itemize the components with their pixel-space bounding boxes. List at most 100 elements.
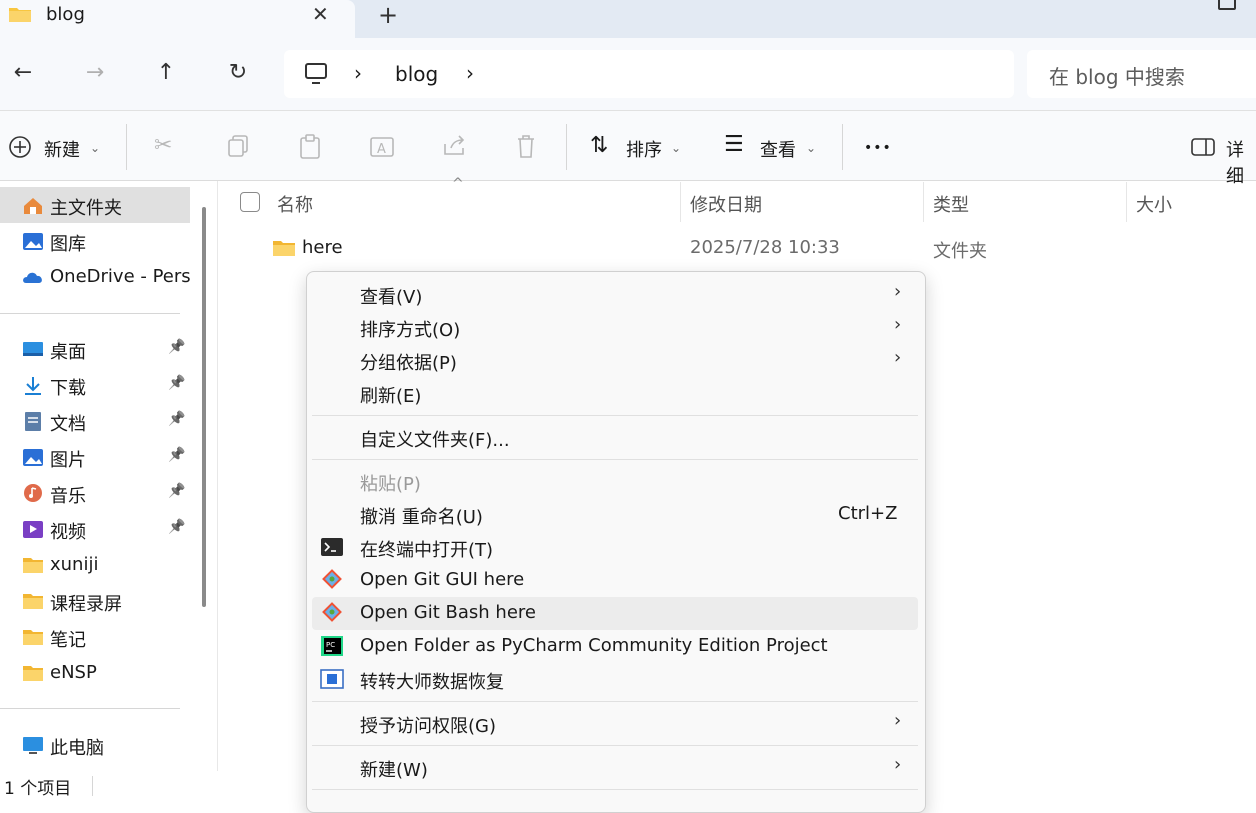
chevron-down-icon: ⌄	[671, 141, 682, 155]
sidebar-item-label: eNSP	[50, 662, 97, 683]
sidebar-item[interactable]: 视频 📌	[0, 511, 190, 547]
sidebar-item[interactable]: 音乐 📌	[0, 475, 190, 511]
sidebar-item[interactable]: 笔记	[0, 619, 190, 655]
menu-item[interactable]: 撤消 重命名(U) Ctrl+Z	[312, 498, 918, 531]
menu-item[interactable]: 刷新(E)	[312, 377, 918, 410]
sidebar-item[interactable]: 此电脑	[0, 727, 190, 763]
select-all-checkbox[interactable]	[240, 192, 260, 212]
rename-icon[interactable]: A	[369, 134, 395, 160]
home-icon	[24, 198, 42, 214]
gallery-icon	[23, 233, 43, 250]
delete-icon[interactable]	[515, 134, 537, 160]
menu-item[interactable]: 自定义文件夹(F)...	[312, 421, 918, 454]
cut-icon[interactable]: ✂	[154, 133, 172, 158]
new-tab-button[interactable]: +	[378, 1, 398, 29]
menu-item[interactable]: 查看(V) ›	[312, 278, 918, 311]
address-bar[interactable]: › blog ›	[284, 50, 1014, 98]
sidebar-item-label: OneDrive - Perso	[50, 266, 190, 287]
more-options-button[interactable]: •••	[864, 140, 892, 156]
breadcrumb-blog[interactable]: blog	[395, 62, 438, 86]
file-type: 文件夹	[933, 241, 987, 262]
breadcrumb-chevron-icon[interactable]: ›	[466, 61, 474, 85]
maximize-icon[interactable]	[1218, 0, 1236, 10]
menu-item[interactable]: 排序方式(O) ›	[312, 311, 918, 344]
terminal-icon	[321, 538, 343, 556]
chevron-down-icon: ⌄	[806, 141, 817, 155]
pin-icon: 📌	[168, 339, 186, 355]
divider	[842, 124, 843, 170]
sidebar-scrollbar[interactable]	[202, 207, 206, 607]
file-name[interactable]: here	[302, 237, 343, 258]
menu-item: 粘贴(P)	[312, 465, 918, 498]
sort-icon: ⇅	[590, 133, 609, 158]
pin-icon: 📌	[168, 447, 186, 463]
column-header-date[interactable]: 修改日期	[690, 191, 762, 217]
menu-item[interactable]: 转转大师数据恢复	[312, 663, 918, 696]
menu-item-label: 自定义文件夹(F)...	[360, 430, 510, 451]
column-divider[interactable]	[923, 182, 924, 222]
breadcrumb-chevron-icon: ›	[354, 61, 362, 85]
chevron-down-icon: ⌄	[90, 141, 101, 155]
details-button[interactable]: 详细	[1226, 136, 1256, 188]
sidebar-item-label: 图库	[50, 234, 86, 255]
computer-icon	[305, 63, 327, 84]
menu-separator	[312, 745, 918, 746]
sidebar-item-label: 此电脑	[50, 738, 104, 759]
divider	[0, 313, 180, 314]
sidebar-item[interactable]: 桌面 📌	[0, 331, 190, 367]
refresh-button[interactable]: ↻	[223, 60, 253, 85]
share-icon[interactable]	[442, 134, 468, 158]
forward-button[interactable]: →	[80, 60, 110, 85]
column-header-name[interactable]: 名称	[277, 191, 313, 217]
sidebar-item[interactable]: 图库	[0, 223, 190, 259]
column-divider[interactable]	[1126, 182, 1127, 222]
menu-item[interactable]: PC Open Folder as PyCharm Community Editi…	[312, 630, 918, 663]
menu-item[interactable]: 新建(W) ›	[312, 751, 918, 784]
git-icon	[322, 602, 342, 622]
sidebar-item[interactable]: 图片 📌	[0, 439, 190, 475]
search-input[interactable]: 在 blog 中搜索	[1049, 61, 1185, 90]
onedrive-icon	[23, 272, 42, 283]
git-icon	[322, 569, 342, 589]
sort-ascending-icon: ^	[452, 176, 464, 192]
new-button[interactable]: 新建	[44, 136, 80, 162]
up-button[interactable]: ↑	[151, 60, 181, 85]
sidebar-item-label: xuniji	[50, 554, 99, 575]
menu-item[interactable]: 分组依据(P) ›	[312, 344, 918, 377]
menu-item-label: 转转大师数据恢复	[360, 672, 504, 693]
close-tab-icon[interactable]: ✕	[312, 2, 329, 26]
new-icon	[9, 136, 31, 158]
menu-item[interactable]: Open Git GUI here	[312, 564, 918, 597]
details-pane-icon	[1191, 138, 1215, 156]
sidebar-item[interactable]: 课程录屏	[0, 583, 190, 619]
videos-icon	[23, 521, 43, 538]
menu-item-label: Open Folder as PyCharm Community Edition…	[360, 635, 828, 656]
view-button[interactable]: 查看	[760, 136, 796, 162]
sidebar-item[interactable]: 文档 📌	[0, 403, 190, 439]
tab-blog[interactable]: blog ✕	[0, 0, 355, 38]
menu-item[interactable]: 授予访问权限(G) ›	[312, 707, 918, 740]
sidebar-item[interactable]: eNSP	[0, 655, 190, 691]
menu-item-label: 授予访问权限(G)	[360, 716, 496, 737]
menu-item-label: 刷新(E)	[360, 386, 422, 407]
submenu-chevron-icon: ›	[894, 314, 902, 335]
sort-button[interactable]: 排序	[626, 136, 662, 162]
sidebar-item[interactable]: xuniji	[0, 547, 190, 583]
divider	[566, 124, 567, 170]
back-button[interactable]: ←	[8, 60, 38, 85]
svg-text:PC: PC	[326, 641, 335, 649]
folder-icon	[9, 8, 31, 22]
sidebar-item[interactable]: 下载 📌	[0, 367, 190, 403]
menu-item[interactable]: Open Git Bash here	[312, 597, 918, 630]
column-header-size[interactable]: 大小	[1136, 191, 1172, 217]
menu-item[interactable]: 在终端中打开(T)	[312, 531, 918, 564]
sidebar-item-label: 主文件夹	[50, 198, 122, 219]
column-header-type[interactable]: 类型	[933, 191, 969, 217]
documents-icon	[25, 412, 41, 431]
pin-icon: 📌	[168, 519, 186, 535]
column-divider[interactable]	[680, 182, 681, 222]
paste-icon[interactable]	[299, 134, 321, 160]
copy-icon[interactable]	[227, 134, 249, 158]
sidebar-item[interactable]: 主文件夹	[0, 187, 190, 223]
sidebar-item[interactable]: OneDrive - Perso	[0, 259, 190, 295]
